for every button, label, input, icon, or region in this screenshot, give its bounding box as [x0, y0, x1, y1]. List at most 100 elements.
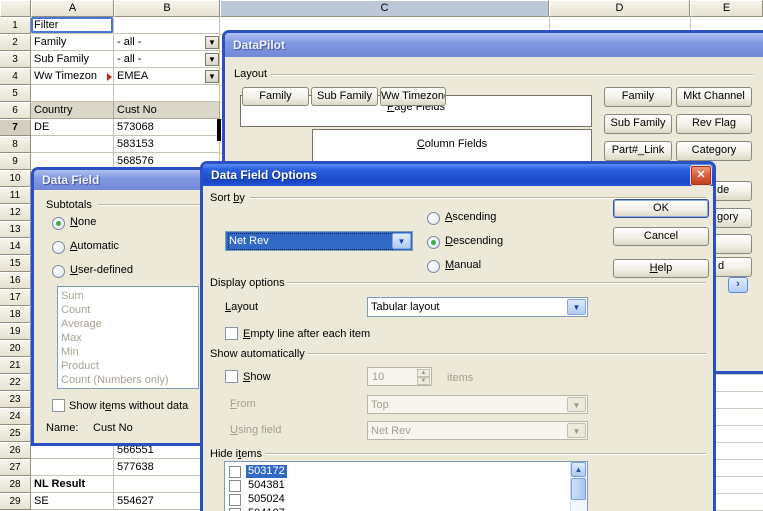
- cell-A2[interactable]: Family: [31, 34, 114, 51]
- autofilter-dropdown-icon[interactable]: ▼: [205, 36, 219, 49]
- row-header-11[interactable]: 11: [0, 187, 31, 204]
- hide-item-checkbox[interactable]: [229, 494, 241, 506]
- sort-radio-label-1[interactable]: Descending: [445, 235, 503, 247]
- options-titlebar[interactable]: Data Field Options: [203, 164, 713, 186]
- chevron-down-icon[interactable]: ▼: [567, 299, 586, 315]
- subtotals-radio-2[interactable]: [52, 265, 65, 278]
- subtotals-radio-label-0[interactable]: None: [70, 216, 96, 228]
- sort-radio-label-0[interactable]: Ascending: [445, 211, 496, 223]
- field-button[interactable]: Part#_Link: [604, 141, 672, 161]
- cell-A29[interactable]: SE: [31, 493, 114, 510]
- show-label[interactable]: Show: [243, 371, 271, 383]
- subtotals-radio-0[interactable]: [52, 217, 65, 230]
- spinner-down-icon[interactable]: ▼: [417, 377, 430, 385]
- row-header-6[interactable]: 6: [0, 102, 31, 119]
- sheet-corner[interactable]: [0, 0, 31, 17]
- row-header-16[interactable]: 16: [0, 272, 31, 289]
- row-header-29[interactable]: 29: [0, 493, 31, 510]
- row-header-2[interactable]: 2: [0, 34, 31, 51]
- col-header-D[interactable]: D: [549, 0, 690, 17]
- hide-item-value[interactable]: 503172: [246, 465, 287, 478]
- field-button[interactable]: Sub Family: [604, 114, 672, 134]
- row-header-8[interactable]: 8: [0, 136, 31, 153]
- subtotal-function-list[interactable]: SumCountAverageMaxMinProductCount (Numbe…: [57, 286, 199, 389]
- cell-B1[interactable]: [114, 17, 220, 34]
- row-header-12[interactable]: 12: [0, 204, 31, 221]
- more-fields-button[interactable]: ›: [728, 277, 748, 293]
- function-list-item[interactable]: Min: [61, 345, 195, 359]
- col-header-A[interactable]: A: [31, 0, 114, 17]
- data-field-titlebar[interactable]: Data Field: [34, 170, 205, 190]
- row-header-10[interactable]: 10: [0, 170, 31, 187]
- sort-radio-1[interactable]: [427, 236, 440, 249]
- cell-A27[interactable]: [31, 459, 114, 476]
- ok-button[interactable]: OK: [613, 199, 709, 218]
- row-header-3[interactable]: 3: [0, 51, 31, 68]
- sort-radio-label-2[interactable]: Manual: [445, 259, 481, 271]
- cell-A7[interactable]: DE: [31, 119, 114, 136]
- field-button[interactable]: Rev Flag: [676, 114, 752, 134]
- page-field-button-0[interactable]: Family: [242, 87, 309, 106]
- row-header-19[interactable]: 19: [0, 323, 31, 340]
- row-header-25[interactable]: 25: [0, 425, 31, 442]
- close-icon[interactable]: ✕: [690, 165, 712, 186]
- row-header-5[interactable]: 5: [0, 85, 31, 102]
- row-header-1[interactable]: 1: [0, 17, 31, 34]
- col-header-C[interactable]: C: [220, 0, 549, 17]
- row-header-24[interactable]: 24: [0, 408, 31, 425]
- row-header-15[interactable]: 15: [0, 255, 31, 272]
- col-header-B[interactable]: B: [114, 0, 220, 17]
- autofilter-dropdown-icon[interactable]: ▼: [205, 53, 219, 66]
- page-field-button-1[interactable]: Sub Family: [311, 87, 378, 106]
- hide-items-scrollbar[interactable]: ▲: [570, 462, 587, 511]
- autofilter-dropdown-icon[interactable]: ▼: [205, 70, 219, 83]
- datapilot-titlebar[interactable]: DataPilot: [225, 33, 763, 57]
- field-button[interactable]: Category: [676, 141, 752, 161]
- hide-items-list[interactable]: 503172504381505024504107 ▲: [224, 461, 588, 511]
- function-list-item[interactable]: StDev (Sample): [61, 387, 195, 389]
- show-checkbox[interactable]: [225, 370, 238, 383]
- row-header-13[interactable]: 13: [0, 221, 31, 238]
- field-button[interactable]: Family: [604, 87, 672, 107]
- scroll-up-icon[interactable]: ▲: [571, 462, 586, 477]
- row-header-20[interactable]: 20: [0, 340, 31, 357]
- cell-A28[interactable]: NL Result: [31, 476, 114, 493]
- row-header-22[interactable]: 22: [0, 374, 31, 391]
- cell-A8[interactable]: [31, 136, 114, 153]
- sort-radio-0[interactable]: [427, 212, 440, 225]
- hide-item-value[interactable]: 504107: [246, 507, 287, 511]
- col-header-E[interactable]: E: [690, 0, 763, 17]
- cell-A1[interactable]: Filter: [31, 17, 114, 34]
- function-list-item[interactable]: Sum: [61, 289, 195, 303]
- show-items-label[interactable]: Show items without data: [69, 400, 188, 412]
- row-header-9[interactable]: 9: [0, 153, 31, 170]
- chevron-down-icon[interactable]: ▼: [392, 233, 411, 249]
- function-list-item[interactable]: Product: [61, 359, 195, 373]
- cell-A4[interactable]: Ww Timezon: [31, 68, 114, 85]
- hide-item-value[interactable]: 505024: [246, 493, 287, 506]
- row-header-7[interactable]: 7: [0, 119, 31, 136]
- cell-A6[interactable]: Country: [31, 102, 114, 119]
- cell-B7[interactable]: 573068: [114, 119, 220, 136]
- row-header-17[interactable]: 17: [0, 289, 31, 306]
- row-header-27[interactable]: 27: [0, 459, 31, 476]
- empty-line-checkbox[interactable]: [225, 327, 238, 340]
- layout-select[interactable]: Tabular layout ▼: [367, 297, 588, 317]
- row-header-28[interactable]: 28: [0, 476, 31, 493]
- help-button[interactable]: Help: [613, 259, 709, 278]
- cancel-button[interactable]: Cancel: [613, 227, 709, 246]
- hide-item-value[interactable]: 504381: [246, 479, 287, 492]
- subtotals-radio-label-2[interactable]: User-defined: [70, 264, 133, 276]
- page-field-button-2[interactable]: Ww Timezone: [380, 87, 446, 106]
- function-list-item[interactable]: Average: [61, 317, 195, 331]
- row-header-18[interactable]: 18: [0, 306, 31, 323]
- function-list-item[interactable]: Max: [61, 331, 195, 345]
- sort-radio-2[interactable]: [427, 260, 440, 273]
- from-select[interactable]: Top ▼: [367, 395, 588, 414]
- function-list-item[interactable]: Count (Numbers only): [61, 373, 195, 387]
- row-header-21[interactable]: 21: [0, 357, 31, 374]
- cell-B5[interactable]: [114, 85, 220, 102]
- row-header-26[interactable]: 26: [0, 442, 31, 459]
- cell-A3[interactable]: Sub Family: [31, 51, 114, 68]
- row-header-4[interactable]: 4: [0, 68, 31, 85]
